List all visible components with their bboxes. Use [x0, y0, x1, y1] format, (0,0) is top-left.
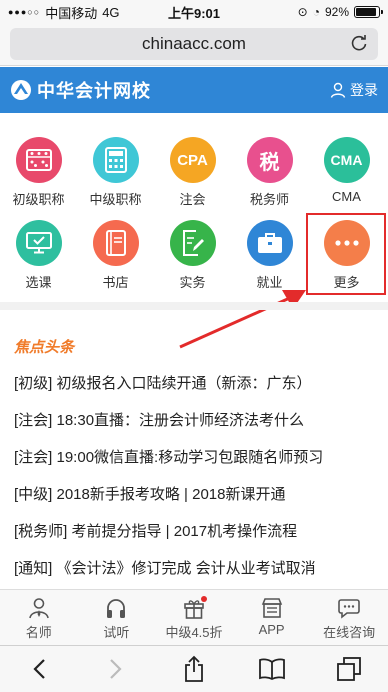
grid-item-bookstore[interactable]: 书店 [77, 220, 154, 291]
tab-label: 名师 [25, 625, 52, 640]
annotation-arrow-icon [179, 290, 306, 349]
grid-label: 注会 [179, 192, 206, 207]
grid-label: 税务师 [249, 192, 289, 207]
news-item[interactable]: [初级] 初级报名入口陆续开通（新添：广东） [14, 372, 384, 409]
grid-label: 书店 [102, 275, 129, 290]
headphones-icon [107, 599, 126, 618]
chat-bubble-icon [338, 599, 360, 619]
chevron-left-icon [33, 659, 45, 679]
site-header: 中华会计网校 登录 [0, 67, 388, 113]
grid-label: 中级职称 [89, 192, 142, 207]
book-icon [92, 220, 139, 266]
back-button[interactable] [19, 651, 59, 687]
url-text: chinaacc.com [142, 34, 246, 53]
tab-label: 试听 [103, 625, 130, 640]
grid-item-cpa[interactable]: CPA 注会 [154, 137, 231, 208]
browser-address-area: chinaacc.com [0, 24, 388, 66]
grid-label: 选课 [25, 275, 52, 290]
browser-toolbar [0, 645, 388, 692]
tabs-icon [337, 657, 362, 681]
bottom-tab-bar: 名师 试听 中级4.5折 APP 在线咨询 [0, 589, 388, 645]
tax-icon: 税 [246, 137, 293, 183]
grid-item-tax-agent[interactable]: 税 税务师 [231, 137, 308, 208]
grid-item-select-course[interactable]: 选课 [0, 220, 77, 291]
orientation-lock-icon: ⊙ [297, 5, 308, 19]
notification-dot [200, 596, 207, 602]
login-label: 登录 [350, 82, 378, 98]
monitor-check-icon [15, 220, 62, 266]
tab-discount[interactable]: 中级4.5折 [155, 590, 233, 645]
tab-app[interactable]: APP [233, 590, 311, 645]
app-store-icon [261, 598, 282, 618]
share-button[interactable] [174, 651, 214, 687]
alarm-icon: ◔ [312, 5, 320, 19]
news-item[interactable]: [税务师] 考前提分指导 | 2017机考操作流程 [14, 520, 384, 557]
news-section-title: 焦点头条 [14, 339, 75, 356]
battery-icon [354, 6, 383, 18]
site-title[interactable]: 中华会计网校 [37, 77, 151, 103]
chevron-right-icon [110, 659, 122, 679]
tab-label: 在线咨询 [323, 625, 376, 640]
news-item[interactable]: [中级] 2018新手报考攻略 | 2018新课开通 [14, 483, 384, 520]
grid-item-junior-title[interactable]: 初级职称 [0, 137, 77, 208]
briefcase-icon [246, 220, 293, 266]
bookmarks-button[interactable] [252, 651, 292, 687]
book-open-icon [258, 658, 285, 680]
grid-label: CMA [332, 189, 361, 204]
tab-teachers[interactable]: 名师 [0, 590, 78, 645]
status-bar: ●●●○○ 中国移动 4G 上午9:01 ⊙ ◔ 92% [0, 0, 388, 24]
tab-online-consult[interactable]: 在线咨询 [310, 590, 388, 645]
tabs-button[interactable] [329, 651, 369, 687]
document-edit-icon [169, 220, 216, 266]
share-icon [185, 655, 203, 682]
grid-item-intermediate-title[interactable]: 中级职称 [77, 137, 154, 208]
login-button[interactable]: 登录 [330, 80, 378, 100]
cma-icon-text: CMA [330, 152, 363, 168]
news-item[interactable]: [注会] 19:00微信直播:移动学习包跟随名师预习 [14, 446, 384, 483]
tax-icon-text: 税 [259, 151, 280, 174]
logo-icon [11, 80, 31, 100]
reload-icon[interactable] [350, 34, 368, 52]
section-divider [0, 302, 388, 310]
signal-strength-icon: ●●●○○ [8, 7, 41, 17]
network-type: 4G [102, 4, 120, 20]
carrier-name: 中国移动 [45, 5, 98, 21]
battery-fill [356, 8, 377, 16]
calculator-icon [92, 137, 139, 183]
cpa-icon-text: CPA [177, 151, 208, 169]
abacus-icon [15, 137, 62, 183]
news-item[interactable]: [注会] 18:30直播：注册会计师经济法考什么 [14, 409, 384, 446]
grid-label: 初级职称 [12, 192, 65, 207]
address-bar[interactable]: chinaacc.com [10, 28, 378, 60]
tab-label: 中级4.5折 [165, 625, 223, 640]
forward-button[interactable] [96, 651, 136, 687]
tab-audition[interactable]: 试听 [78, 590, 156, 645]
cma-icon: CMA [323, 137, 370, 183]
battery-percent: 92% [324, 5, 349, 19]
user-icon [330, 82, 346, 98]
cpa-icon: CPA [169, 137, 216, 183]
news-list: [初级] 初级报名入口陆续开通（新添：广东） [注会] 18:30直播：注册会计… [14, 372, 384, 594]
tab-label: APP [258, 622, 285, 637]
teacher-icon [29, 598, 49, 619]
grid-item-cma[interactable]: CMA CMA [308, 137, 385, 204]
